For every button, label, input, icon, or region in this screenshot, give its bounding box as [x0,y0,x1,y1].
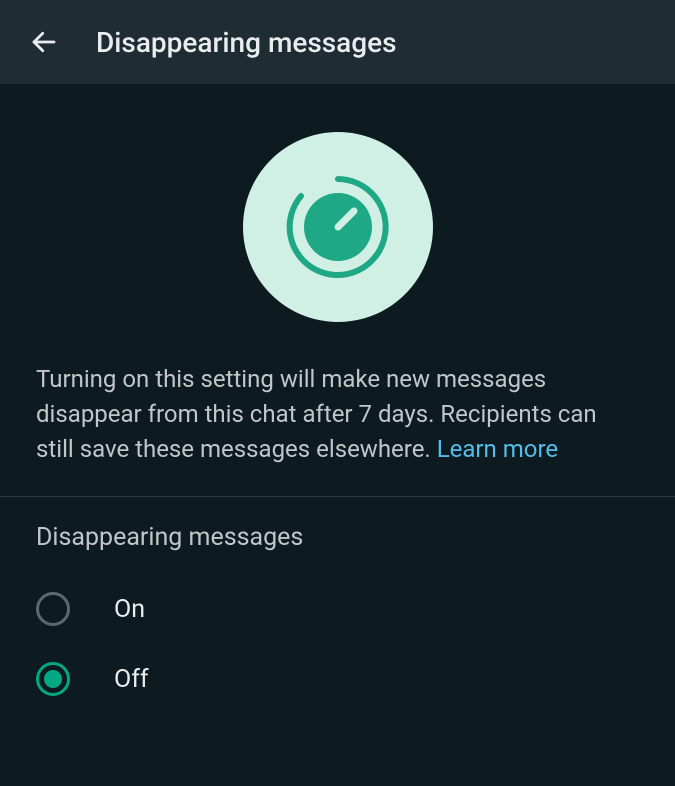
page-title: Disappearing messages [96,26,397,59]
radio-label-on: On [114,595,145,624]
radio-label-off: Off [114,665,149,694]
arrow-left-icon [29,27,59,57]
description-text: Turning on this setting will make new me… [0,362,675,496]
learn-more-link[interactable]: Learn more [437,435,558,463]
timer-icon [278,167,398,287]
illustration-area [0,84,675,362]
header: Disappearing messages [0,0,675,84]
illustration-background [243,132,433,322]
radio-option-off[interactable]: Off [36,644,639,714]
radio-indicator-off [36,662,70,696]
content-area: Turning on this setting will make new me… [0,84,675,714]
radio-group: On Off [0,574,675,714]
back-button[interactable] [24,22,64,62]
radio-option-on[interactable]: On [36,574,639,644]
section-title: Disappearing messages [0,497,675,574]
radio-indicator-on [36,592,70,626]
